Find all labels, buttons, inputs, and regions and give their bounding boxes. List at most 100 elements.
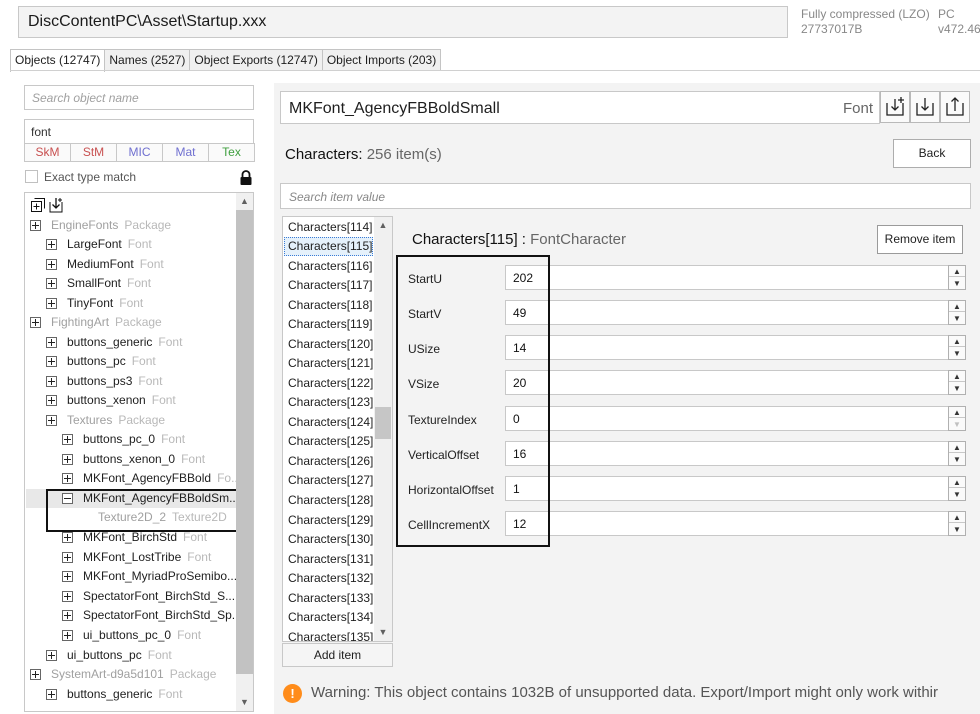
add-export-button[interactable] xyxy=(880,91,910,123)
tree-item[interactable]: LargeFont Font xyxy=(30,235,240,254)
filter-tex-button[interactable]: Tex xyxy=(208,143,255,162)
list-item[interactable]: Characters[117] xyxy=(288,276,373,295)
tree-item[interactable]: buttons_pc_0 Font xyxy=(30,430,240,449)
list-item[interactable]: Characters[122] xyxy=(288,374,373,393)
search-item-input[interactable]: Search item value xyxy=(280,183,971,209)
exact-type-checkbox[interactable] xyxy=(25,170,38,183)
list-item[interactable]: Characters[129] xyxy=(288,511,373,530)
list-item[interactable]: Characters[132] xyxy=(288,569,373,588)
list-item[interactable]: Characters[119] xyxy=(288,315,373,334)
spinner-startv[interactable]: ▲ ▼ xyxy=(948,300,966,325)
spinner-verticaloffset[interactable]: ▲ ▼ xyxy=(948,441,966,466)
spin-up-icon[interactable]: ▲ xyxy=(949,512,965,523)
property-input-startu[interactable]: 202 xyxy=(505,265,965,290)
tab-objects[interactable]: Objects (12747) xyxy=(10,49,106,72)
property-input-vsize[interactable]: 20 xyxy=(505,370,965,395)
list-item[interactable]: Characters[134] xyxy=(288,608,373,627)
spin-up-icon[interactable]: ▲ xyxy=(949,442,965,453)
spinner-textureindex[interactable]: ▲ ▼ xyxy=(948,406,966,431)
spinner-startu[interactable]: ▲ ▼ xyxy=(948,265,966,290)
property-input-horizontaloffset[interactable]: 1 xyxy=(505,476,965,501)
tree-item[interactable]: FightingArt Package xyxy=(30,313,240,332)
tree-item[interactable]: SpectatorFont_BirchStd_S... xyxy=(30,587,236,606)
list-item[interactable]: Characters[126] xyxy=(288,452,373,471)
list-item-selected[interactable]: Characters[115] xyxy=(288,237,373,256)
spin-down-icon[interactable]: ▼ xyxy=(949,454,965,465)
spin-up-icon[interactable]: ▲ xyxy=(949,301,965,312)
import-tree-icon[interactable] xyxy=(48,197,64,213)
tree-item[interactable]: SmallFont Font xyxy=(30,274,240,293)
scroll-down-icon[interactable]: ▼ xyxy=(236,694,253,711)
expand-all-icon[interactable] xyxy=(30,197,46,213)
filter-skm-button[interactable]: SkM xyxy=(24,143,71,162)
list-item[interactable]: Characters[131] xyxy=(288,550,373,569)
list-item[interactable]: Characters[135] xyxy=(288,628,373,641)
scroll-up-icon[interactable]: ▲ xyxy=(374,217,392,234)
list-scrollbar-thumb[interactable] xyxy=(375,407,391,439)
tree-item[interactable]: buttons_generic Font xyxy=(30,333,240,352)
tree-item[interactable]: ui_buttons_pc_0 Font xyxy=(30,626,240,645)
tree-item[interactable]: buttons_generic Font xyxy=(30,685,240,704)
scroll-down-icon[interactable]: ▼ xyxy=(374,624,392,641)
spin-down-icon[interactable]: ▼ xyxy=(949,489,965,500)
list-item[interactable]: Characters[123] xyxy=(288,393,373,412)
tab-object-exports[interactable]: Object Exports (12747) xyxy=(189,49,323,71)
tree-item[interactable]: buttons_xenon Font xyxy=(30,391,240,410)
spinner-usize[interactable]: ▲ ▼ xyxy=(948,335,966,360)
tree-item[interactable]: Textures Package xyxy=(30,411,240,430)
property-input-cellincrementx[interactable]: 12 xyxy=(505,511,965,536)
tree-scrollbar-thumb[interactable] xyxy=(236,210,253,674)
remove-item-button[interactable]: Remove item xyxy=(877,225,963,254)
list-item[interactable]: Characters[133] xyxy=(288,589,373,608)
search-object-input[interactable]: Search object name xyxy=(24,85,254,110)
list-item[interactable]: Characters[121] xyxy=(288,354,373,373)
tree-item[interactable]: SystemArt-d9a5d101 Package xyxy=(30,665,240,684)
back-button[interactable]: Back xyxy=(893,139,971,168)
spin-up-icon[interactable]: ▲ xyxy=(949,336,965,347)
list-item[interactable]: Characters[125] xyxy=(288,432,373,451)
lock-icon[interactable] xyxy=(239,170,253,186)
list-item[interactable]: Characters[124] xyxy=(288,413,373,432)
filter-stm-button[interactable]: StM xyxy=(70,143,117,162)
property-input-textureindex[interactable]: 0 xyxy=(505,406,965,431)
list-item[interactable]: Characters[127] xyxy=(288,471,373,490)
property-input-usize[interactable]: 14 xyxy=(505,335,965,360)
tree-item[interactable]: MKFont_LostTribe Font xyxy=(30,548,240,567)
list-item[interactable]: Characters[114] xyxy=(288,218,373,237)
spin-down-icon[interactable]: ▼ xyxy=(949,313,965,324)
tree-item[interactable]: MediumFont Font xyxy=(30,255,240,274)
filter-mat-button[interactable]: Mat xyxy=(162,143,209,162)
tab-object-imports[interactable]: Object Imports (203) xyxy=(321,49,442,71)
import-button[interactable] xyxy=(910,91,940,123)
tree-item[interactable]: buttons_ps3 Font xyxy=(30,372,240,391)
spin-up-icon[interactable]: ▲ xyxy=(949,266,965,277)
list-item[interactable]: Characters[118] xyxy=(288,296,373,315)
tree-item[interactable]: buttons_xenon_0 Font xyxy=(30,450,240,469)
tree-item[interactable]: ui_buttons_pc Font xyxy=(30,646,240,665)
spinner-vsize[interactable]: ▲ ▼ xyxy=(948,370,966,395)
list-item[interactable]: Characters[128] xyxy=(288,491,373,510)
property-input-startv[interactable]: 49 xyxy=(505,300,965,325)
filter-mic-button[interactable]: MIC xyxy=(116,143,163,162)
list-item[interactable]: Characters[130] xyxy=(288,530,373,549)
type-filter-input[interactable]: font xyxy=(24,119,254,144)
tree-item[interactable]: EngineFonts Package xyxy=(30,216,240,235)
tree-item[interactable]: SpectatorFont_BirchStd_Sp... xyxy=(30,606,236,625)
tree-item[interactable]: buttons_pc Font xyxy=(30,352,240,371)
tab-names[interactable]: Names (2527) xyxy=(104,49,191,71)
spin-down-icon[interactable]: ▼ xyxy=(949,383,965,394)
spin-up-icon[interactable]: ▲ xyxy=(949,477,965,488)
spin-down-icon[interactable]: ▼ xyxy=(949,278,965,289)
tree-item[interactable]: MKFont_MyriadProSemibo... xyxy=(30,567,236,586)
spin-down-icon[interactable]: ▼ xyxy=(949,524,965,535)
tree-item[interactable]: MKFont_AgencyFBBold Fo... xyxy=(30,469,236,488)
property-input-verticaloffset[interactable]: 16 xyxy=(505,441,965,466)
scroll-up-icon[interactable]: ▲ xyxy=(236,193,253,210)
spinner-cellincrementx[interactable]: ▲ ▼ xyxy=(948,511,966,536)
spin-down-icon[interactable]: ▼ xyxy=(949,348,965,359)
add-item-button[interactable]: Add item xyxy=(282,643,393,667)
tree-item[interactable]: TinyFont Font xyxy=(30,294,240,313)
export-button[interactable] xyxy=(940,91,970,123)
spin-down-icon[interactable]: ▼ xyxy=(949,419,965,430)
spinner-horizontaloffset[interactable]: ▲ ▼ xyxy=(948,476,966,501)
